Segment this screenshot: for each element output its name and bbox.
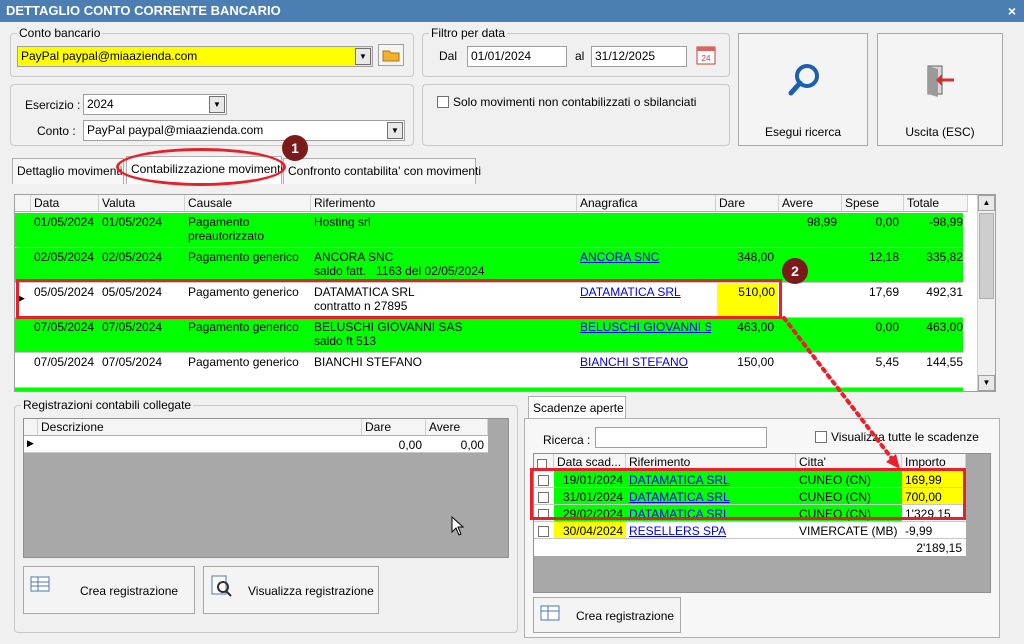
window-title: DETTAGLIO CONTO CORRENTE BANCARIO [6, 3, 281, 18]
annotation-arrow [782, 316, 900, 469]
window-titlebar: DETTAGLIO CONTO CORRENTE BANCARIO × [0, 0, 1024, 22]
close-icon[interactable]: × [1008, 0, 1016, 22]
main-window: Conto bancario PayPal paypal@miaazienda.… [0, 22, 1024, 644]
